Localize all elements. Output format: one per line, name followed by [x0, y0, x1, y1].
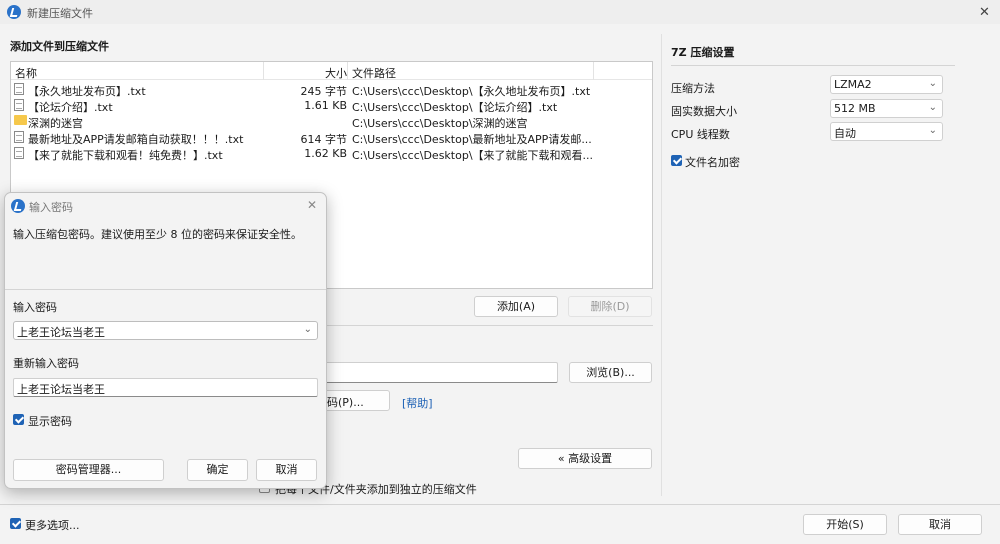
browse-button[interactable]: 浏览(B)... [569, 362, 652, 383]
advanced-settings-button[interactable]: « 高级设置 [518, 448, 652, 469]
text-file-icon [14, 131, 24, 143]
file-row[interactable]: 【永久地址发布页】.txt 245 字节 C:\Users\ccc\Deskto… [11, 81, 652, 98]
more-options-checkbox[interactable] [10, 518, 21, 529]
dialog-message: 输入压缩包密码。建议使用至少 8 位的密码来保证安全性。 [13, 228, 302, 241]
file-list-header: 名称 大小 文件路径 [11, 62, 652, 80]
file-row[interactable]: 【来了就能下载和观看！纯免费！】.txt 1.62 KB C:\Users\cc… [11, 145, 652, 162]
column-separator [593, 62, 594, 80]
encrypt-filenames-checkbox[interactable] [671, 155, 682, 166]
chevron-down-icon: ⌄ [928, 102, 937, 113]
file-size: 1.62 KB [304, 147, 347, 160]
column-header-name[interactable]: 名称 [15, 65, 37, 81]
file-path: C:\Users\ccc\Desktop\【来了就能下载和观看... [352, 149, 594, 162]
chevron-down-icon: ⌄ [928, 78, 937, 89]
footer-divider [0, 504, 1000, 505]
app-logo-icon [11, 199, 25, 213]
add-button[interactable]: 添加(A) [474, 296, 558, 317]
method-select[interactable]: LZMA2 ⌄ [830, 75, 943, 94]
cpu-threads-value: 自动 [834, 127, 856, 140]
window-title: 新建压缩文件 [27, 7, 93, 20]
method-value: LZMA2 [834, 78, 872, 91]
set-password-button-label: 码(P)... [327, 396, 364, 409]
cpu-threads-label: CPU 线程数 [671, 128, 730, 141]
folder-icon [14, 115, 27, 125]
show-password-checkbox[interactable] [13, 414, 24, 425]
title-bar: 新建压缩文件 ✕ [0, 0, 1000, 24]
dictionary-size-value: 512 MB [834, 102, 876, 115]
method-label: 压缩方法 [671, 82, 715, 95]
dialog-divider [5, 289, 326, 290]
show-password-label: 显示密码 [28, 415, 72, 428]
text-file-icon [14, 99, 24, 111]
start-button[interactable]: 开始(S) [803, 514, 887, 535]
add-files-section-label: 添加文件到压缩文件 [10, 40, 109, 53]
text-file-icon [14, 83, 24, 95]
reenter-password-label: 重新输入密码 [13, 357, 79, 370]
text-file-icon [14, 147, 24, 159]
password-dialog: 输入密码 ✕ 输入压缩包密码。建议使用至少 8 位的密码来保证安全性。 输入密码… [4, 192, 327, 489]
dialog-title: 输入密码 [29, 201, 73, 214]
column-separator [347, 62, 348, 80]
delete-button[interactable]: 删除(D) [568, 296, 652, 317]
column-header-size[interactable]: 大小 [325, 65, 347, 81]
encrypt-filenames-label: 文件名加密 [685, 156, 740, 169]
cancel-button[interactable]: 取消 [898, 514, 982, 535]
dialog-ok-button[interactable]: 确定 [187, 459, 248, 481]
password-value: 上老王论坛当老王 [17, 326, 105, 339]
settings-title-divider [671, 65, 955, 66]
file-row[interactable]: 深渊的迷宫 C:\Users\ccc\Desktop\深渊的迷宫 [11, 113, 652, 130]
password-manager-button[interactable]: 密码管理器... [13, 459, 164, 481]
password-label: 输入密码 [13, 301, 57, 314]
column-header-path[interactable]: 文件路径 [352, 65, 396, 81]
reenter-password-value: 上老王论坛当老王 [17, 383, 105, 396]
window-close-icon[interactable]: ✕ [979, 6, 990, 19]
file-size: 1.61 KB [304, 99, 347, 112]
reenter-password-input[interactable]: 上老王论坛当老王 [13, 378, 318, 397]
column-separator [263, 62, 264, 80]
app-logo-icon [7, 5, 21, 19]
dialog-close-icon[interactable]: ✕ [307, 199, 317, 212]
chevron-down-icon[interactable]: ⌄ [304, 324, 312, 335]
help-link[interactable]: [帮助] [402, 395, 433, 411]
cpu-threads-select[interactable]: 自动 ⌄ [830, 122, 943, 141]
dictionary-size-label: 固实数据大小 [671, 105, 737, 118]
dictionary-size-select[interactable]: 512 MB ⌄ [830, 99, 943, 118]
compression-settings-panel: 7Z 压缩设置 压缩方法 LZMA2 ⌄ 固实数据大小 512 MB ⌄ CPU… [661, 34, 996, 496]
file-name: 【来了就能下载和观看！纯免费！】.txt [28, 149, 223, 162]
settings-title: 7Z 压缩设置 [671, 46, 735, 59]
file-row[interactable]: 【论坛介绍】.txt 1.61 KB C:\Users\ccc\Desktop\… [11, 97, 652, 114]
password-input[interactable]: 上老王论坛当老王 ⌄ [13, 321, 318, 340]
dialog-cancel-button[interactable]: 取消 [256, 459, 317, 481]
chevron-down-icon: ⌄ [928, 125, 937, 136]
file-row[interactable]: 最新地址及APP请发邮箱自动获取！！！.txt 614 字节 C:\Users\… [11, 129, 652, 146]
more-options-label: 更多选项... [25, 519, 80, 532]
